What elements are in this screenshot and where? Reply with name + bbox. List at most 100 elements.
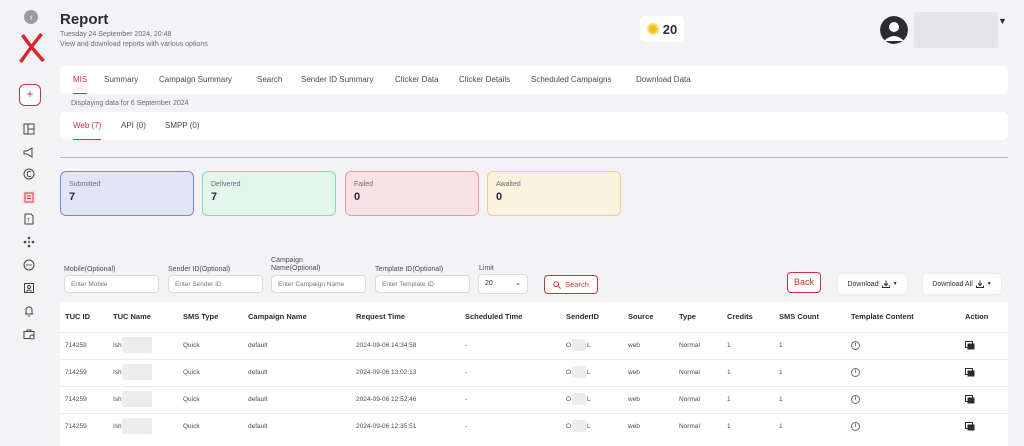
tab-summary[interactable]: Summary: [104, 66, 138, 94]
cell-sms-count: 1: [779, 369, 783, 376]
caret-down-icon[interactable]: ▼: [998, 16, 1007, 26]
bell-icon[interactable]: [22, 304, 36, 318]
col-header-tuc-name[interactable]: TUC Name: [113, 312, 151, 321]
cell-sender-id-end: L: [587, 342, 591, 349]
limit-label: Limit: [479, 265, 494, 272]
cell-source: web: [628, 423, 640, 430]
download-icon: [975, 280, 984, 288]
tab-web[interactable]: Web (7): [73, 112, 102, 140]
brand-logo: [19, 33, 45, 63]
view-details-icon[interactable]: [965, 368, 975, 377]
page-title: Report: [60, 11, 109, 28]
briefcase-icon[interactable]: [22, 327, 36, 341]
stat-value: 0: [354, 191, 361, 203]
view-details-icon[interactable]: [965, 395, 975, 404]
avatar[interactable]: [880, 16, 908, 44]
col-header-credits[interactable]: Credits: [727, 312, 753, 321]
cell-tuc-name: Ish: [113, 369, 122, 376]
col-header-scheduled-time[interactable]: Scheduled Time: [465, 312, 522, 321]
template-id-input[interactable]: [375, 275, 470, 293]
sender-id-label: Sender ID(Optional): [168, 266, 231, 273]
tab-search[interactable]: Search: [257, 66, 282, 94]
table-row: 714259 Ish Quick default 2024-09-06 14:3…: [60, 332, 1008, 358]
dashboard-icon[interactable]: [22, 122, 36, 136]
col-header-request-time[interactable]: Request Time: [356, 312, 405, 321]
stat-card-delivered: Delivered 7: [202, 171, 336, 216]
tab-mis[interactable]: MIS: [73, 66, 88, 94]
mobile-input[interactable]: [64, 275, 159, 293]
download-all-button[interactable]: Download All ▼: [923, 274, 1001, 294]
info-icon[interactable]: i: [851, 422, 860, 431]
contact-icon[interactable]: [22, 281, 36, 295]
limit-select[interactable]: 20 ⌄: [478, 274, 528, 294]
user-name-redacted[interactable]: [914, 12, 998, 48]
cell-sender-id-start: O: [566, 342, 572, 349]
cell-credits: 1: [727, 423, 731, 430]
tab-clicker-data[interactable]: Clicker Data: [395, 66, 439, 94]
info-icon[interactable]: i: [851, 341, 860, 350]
cell-campaign-name: default: [248, 423, 268, 430]
tab-clicker-details[interactable]: Clicker Details: [459, 66, 510, 94]
megaphone-icon[interactable]: [22, 145, 36, 159]
tab-campaign-summary[interactable]: Campaign Summary: [159, 66, 232, 94]
redacted-block: [122, 364, 152, 380]
download-button[interactable]: Download ▼: [838, 274, 907, 294]
stat-card-submitted: Submitted 7: [60, 171, 194, 216]
chevron-right-icon[interactable]: ›: [24, 10, 38, 24]
credits-badge[interactable]: 20: [640, 16, 684, 42]
col-header-sms-type[interactable]: SMS Type: [183, 312, 218, 321]
cell-sender-id-end: L: [587, 396, 591, 403]
current-date: Tuesday 24 September 2024, 20:48: [60, 31, 172, 38]
stat-label: Delivered: [211, 181, 241, 188]
info-icon[interactable]: i: [851, 395, 860, 404]
sender-id-input[interactable]: [168, 275, 263, 293]
cell-scheduled-time: -: [465, 423, 468, 430]
tab-scheduled-campaigns[interactable]: Scheduled Campaigns: [531, 66, 612, 94]
back-button[interactable]: Back: [787, 272, 821, 293]
col-header-source[interactable]: Source: [628, 312, 653, 321]
cell-request-time: 2024-09-06 14:34:58: [356, 342, 417, 349]
tab-api[interactable]: API (0): [121, 112, 146, 140]
col-header-sender-id[interactable]: SenderID: [566, 312, 599, 321]
chat-icon[interactable]: [22, 258, 36, 272]
caret-down-icon: ▼: [892, 281, 898, 287]
download-all-label: Download All: [932, 280, 973, 288]
col-header-sms-count[interactable]: SMS Count: [779, 312, 819, 321]
add-button[interactable]: +: [19, 84, 41, 106]
redacted-block: [122, 418, 152, 434]
table-row: 714259 Ish Quick default 2024-09-06 13:0…: [60, 359, 1008, 385]
cell-scheduled-time: -: [465, 369, 468, 376]
template-icon[interactable]: T: [22, 212, 36, 226]
tab-smpp[interactable]: SMPP (0): [165, 112, 200, 140]
campaign-name-label: Campaign Name(Optional): [271, 257, 320, 273]
col-header-template-content[interactable]: Template Content: [851, 312, 914, 321]
campaign-name-input[interactable]: [271, 275, 366, 293]
redacted-block: [572, 420, 586, 432]
view-details-icon[interactable]: [965, 422, 975, 431]
chevron-down-icon: ⌄: [515, 280, 521, 287]
cell-sender-id-start: O: [566, 396, 572, 403]
col-header-type[interactable]: Type: [679, 312, 696, 321]
tab-sender-id-summary[interactable]: Sender ID Summary: [301, 66, 373, 94]
stat-label: Submitted: [69, 181, 101, 188]
network-icon[interactable]: [22, 235, 36, 249]
cell-credits: 1: [727, 342, 731, 349]
col-header-campaign-name[interactable]: Campaign Name: [248, 312, 307, 321]
currency-icon[interactable]: [22, 167, 36, 181]
tab-download-data[interactable]: Download Data: [636, 66, 691, 94]
cell-scheduled-time: -: [465, 342, 468, 349]
col-header-tuc-id[interactable]: TUC ID: [65, 312, 90, 321]
mobile-label: Mobile(Optional): [64, 266, 116, 273]
report-icon[interactable]: [22, 190, 36, 204]
cell-campaign-name: default: [248, 369, 268, 376]
stat-value: 0: [496, 191, 503, 203]
search-button[interactable]: Search: [544, 275, 598, 294]
cell-request-time: 2024-09-06 12:52:46: [356, 396, 417, 403]
cell-sender-id-start: O: [566, 369, 572, 376]
info-icon[interactable]: i: [851, 368, 860, 377]
col-header-action[interactable]: Action: [965, 312, 988, 321]
caret-down-icon: ▼: [986, 281, 992, 287]
table-row: 714259 Ish Quick default 2024-09-06 12:3…: [60, 413, 1008, 439]
cell-type: Normal: [679, 369, 700, 376]
view-details-icon[interactable]: [965, 341, 975, 350]
